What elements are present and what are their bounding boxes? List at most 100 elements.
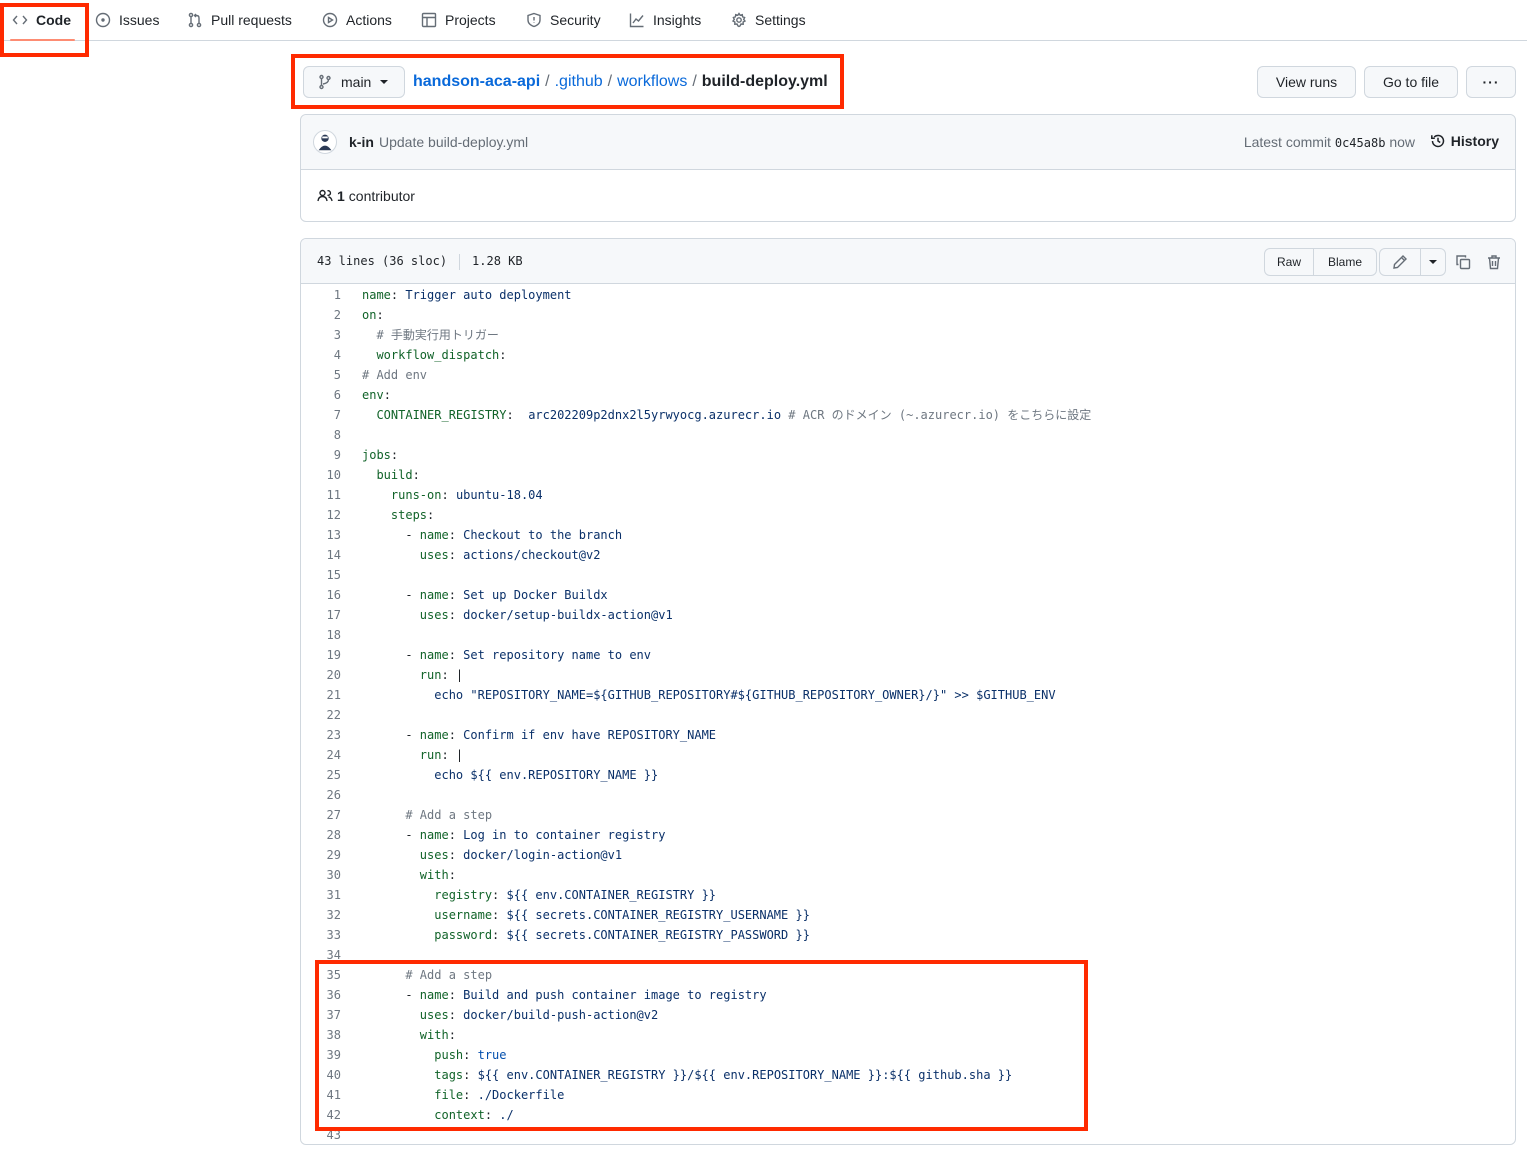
line-number[interactable]: 26 (301, 785, 341, 805)
delete-button[interactable] (1484, 252, 1504, 272)
view-runs-button[interactable]: View runs (1257, 66, 1356, 98)
tab-code[interactable]: Code (10, 0, 75, 41)
breadcrumb-workflows-link[interactable]: workflows (617, 73, 687, 90)
line-number[interactable]: 33 (301, 925, 341, 945)
line-number[interactable]: 14 (301, 545, 341, 565)
pull-request-icon (188, 12, 202, 28)
line-number[interactable]: 31 (301, 885, 341, 905)
code-line: 41 file: ./Dockerfile (301, 1085, 1515, 1105)
code-line: 6 env: (301, 385, 1515, 405)
edit-dropdown-button[interactable] (1420, 248, 1446, 276)
line-number[interactable]: 18 (301, 625, 341, 645)
more-options-button[interactable]: ··· (1466, 66, 1516, 98)
line-number[interactable]: 11 (301, 485, 341, 505)
blame-button[interactable]: Blame (1313, 248, 1377, 276)
line-number[interactable]: 39 (301, 1045, 341, 1065)
code-line: 31 registry: ${{ env.CONTAINER_REGISTRY … (301, 885, 1515, 905)
avatar[interactable] (313, 130, 337, 154)
branch-selector-button[interactable]: main (303, 66, 405, 98)
line-content: - name: Set repository name to env (362, 648, 651, 662)
line-number[interactable]: 1 (301, 285, 341, 305)
caret-down-icon (380, 80, 389, 84)
line-content: context: ./ (434, 1108, 514, 1122)
line-number[interactable]: 21 (301, 685, 341, 705)
line-number[interactable]: 16 (301, 585, 341, 605)
breadcrumb-separator: / (545, 73, 550, 90)
line-number[interactable]: 42 (301, 1105, 341, 1125)
line-number[interactable]: 34 (301, 945, 341, 965)
code-line: 14 uses: actions/checkout@v2 (301, 545, 1515, 565)
line-number[interactable]: 10 (301, 465, 341, 485)
line-number[interactable]: 15 (301, 565, 341, 585)
line-number[interactable]: 4 (301, 345, 341, 365)
line-number[interactable]: 30 (301, 865, 341, 885)
file-info: 43 lines (36 sloc) 1.28 KB (317, 254, 523, 270)
code-line: 15 (301, 565, 1515, 585)
tab-projects[interactable]: Projects (421, 0, 496, 40)
line-content: name: Trigger auto deployment (362, 288, 572, 302)
line-number[interactable]: 28 (301, 825, 341, 845)
line-number[interactable]: 36 (301, 985, 341, 1005)
contributors-info[interactable]: 1 contributor (317, 188, 415, 204)
line-number[interactable]: 12 (301, 505, 341, 525)
line-number[interactable]: 27 (301, 805, 341, 825)
latest-commit-meta: Latest commit 0c45a8b now (1244, 134, 1415, 150)
breadcrumb-github-link[interactable]: .github (555, 73, 603, 90)
line-number[interactable]: 6 (301, 385, 341, 405)
copy-button[interactable] (1453, 252, 1473, 272)
breadcrumb: handson-aca-api / .github / workflows / build-… (413, 71, 828, 93)
commit-sha-link[interactable]: 0c45a8b (1335, 136, 1386, 150)
tab-settings[interactable]: Settings (731, 0, 806, 40)
line-content: push: true (434, 1048, 507, 1062)
line-number[interactable]: 41 (301, 1085, 341, 1105)
code-line: 4 workflow_dispatch: (301, 345, 1515, 365)
tab-label: Actions (346, 12, 392, 28)
line-number[interactable]: 3 (301, 325, 341, 345)
line-content: - name: Log in to container registry (362, 828, 666, 842)
line-content: run: | (419, 748, 464, 762)
line-content: jobs: (362, 448, 399, 462)
line-number[interactable]: 38 (301, 1025, 341, 1045)
history-link[interactable]: History (1430, 133, 1499, 149)
line-number[interactable]: 17 (301, 605, 341, 625)
commit-author[interactable]: k-in (349, 134, 374, 150)
raw-button[interactable]: Raw (1264, 248, 1314, 276)
line-number[interactable]: 37 (301, 1005, 341, 1025)
go-to-file-button[interactable]: Go to file (1364, 66, 1458, 98)
commit-message[interactable]: Update build-deploy.yml (379, 134, 528, 150)
line-number[interactable]: 13 (301, 525, 341, 545)
line-number[interactable]: 5 (301, 365, 341, 385)
line-number[interactable]: 9 (301, 445, 341, 465)
breadcrumb-repo-link[interactable]: handson-aca-api (413, 73, 540, 90)
tab-insights[interactable]: Insights (629, 0, 701, 40)
line-number[interactable]: 7 (301, 405, 341, 425)
line-number[interactable]: 35 (301, 965, 341, 985)
line-number[interactable]: 43 (301, 1125, 341, 1144)
line-number[interactable]: 2 (301, 305, 341, 325)
line-content: workflow_dispatch: (376, 348, 507, 362)
code-line: 25 echo ${{ env.REPOSITORY_NAME }} (301, 765, 1515, 785)
line-number[interactable]: 25 (301, 765, 341, 785)
line-number[interactable]: 23 (301, 725, 341, 745)
line-content: with: (419, 1028, 456, 1042)
line-number[interactable]: 8 (301, 425, 341, 445)
code-line: 35 # Add a step (301, 965, 1515, 985)
tab-label: Security (550, 12, 601, 28)
tab-actions[interactable]: Actions (322, 0, 392, 40)
line-number[interactable]: 40 (301, 1065, 341, 1085)
line-content: with: (419, 868, 456, 882)
code-line: 38 with: (301, 1025, 1515, 1045)
line-number[interactable]: 22 (301, 705, 341, 725)
line-number[interactable]: 32 (301, 905, 341, 925)
tab-pull-requests[interactable]: Pull requests (187, 0, 292, 40)
edit-button[interactable] (1379, 248, 1421, 276)
tab-security[interactable]: Security (526, 0, 601, 40)
tab-issues[interactable]: Issues (95, 0, 159, 40)
line-number[interactable]: 24 (301, 745, 341, 765)
code-line: 30 with: (301, 865, 1515, 885)
line-number[interactable]: 20 (301, 665, 341, 685)
caret-down-icon (1429, 260, 1437, 264)
code-line: 27 # Add a step (301, 805, 1515, 825)
line-number[interactable]: 19 (301, 645, 341, 665)
line-number[interactable]: 29 (301, 845, 341, 865)
